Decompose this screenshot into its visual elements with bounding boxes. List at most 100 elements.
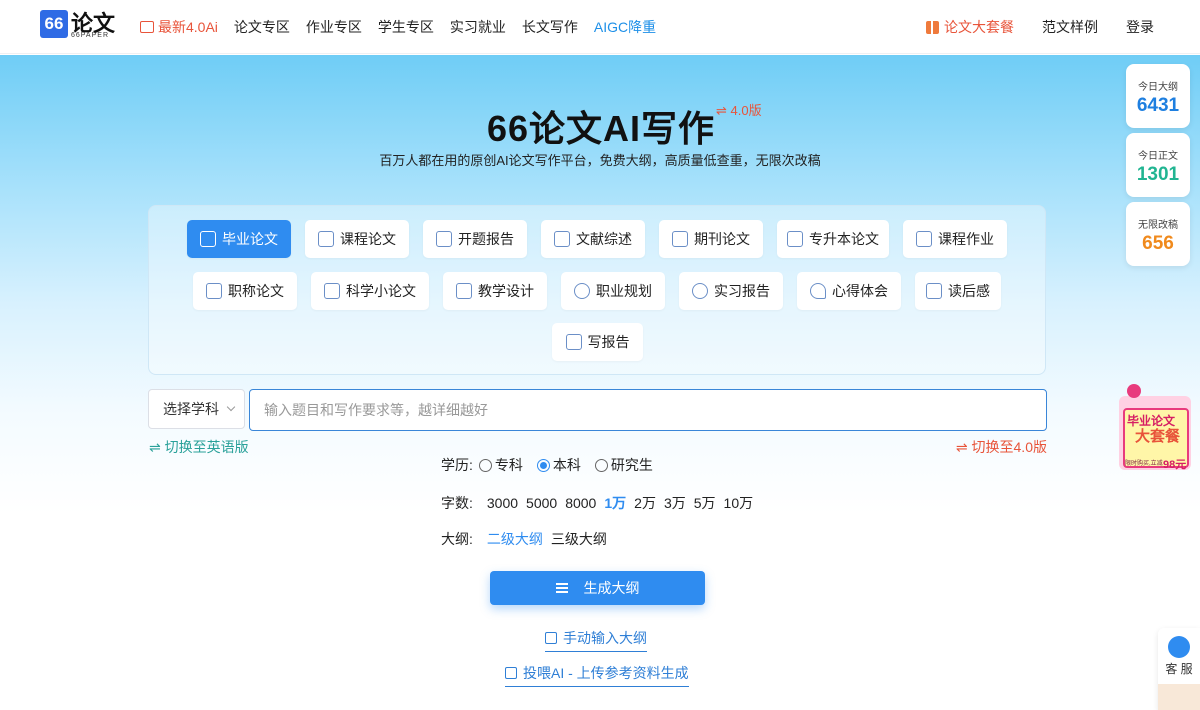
category-label: 课程作业 — [938, 231, 994, 247]
category-label: 写报告 — [587, 334, 630, 350]
category-label: 教学设计 — [478, 283, 534, 299]
customer-service-widget[interactable]: 客 服 — [1158, 628, 1200, 710]
education-row: 学历: 专科 本科 研究生 — [441, 455, 667, 475]
switch-english-link[interactable]: ⇌ 切换至英语版 — [149, 437, 249, 457]
category-reflection[interactable]: 心得体会 — [797, 272, 901, 310]
category-professional-title[interactable]: 职称论文 — [193, 272, 297, 310]
nav-item-homework[interactable]: 作业专区 — [306, 17, 362, 37]
education-option-bachelor[interactable]: 本科 — [536, 455, 581, 475]
stat-value: 6431 — [1136, 95, 1180, 116]
report-search-icon — [565, 334, 582, 350]
user-icon — [692, 283, 708, 299]
heart-icon — [810, 283, 826, 299]
outline-option-selected[interactable]: 二级大纲 — [487, 529, 543, 549]
topic-input[interactable] — [249, 389, 1047, 431]
calendar-icon — [926, 283, 942, 299]
category-label: 读后感 — [948, 283, 990, 299]
generate-label: 生成大纲 — [583, 580, 640, 596]
category-journal-paper[interactable]: 期刊论文 — [659, 220, 763, 258]
samples-link[interactable]: 范文样例 — [1042, 17, 1098, 37]
word-option[interactable]: 5万 — [694, 493, 716, 513]
stat-value: 656 — [1142, 233, 1174, 254]
stat-label: 今日大纲 — [1138, 82, 1178, 93]
word-option[interactable]: 3000 — [487, 495, 518, 511]
word-option-selected[interactable]: 1万 — [604, 493, 626, 513]
category-label: 专升本论文 — [809, 231, 879, 247]
nav-item-latest[interactable]: 最新4.0Ai — [140, 17, 218, 37]
customer-service-label: 客 服 — [1165, 662, 1193, 676]
word-option[interactable]: 8000 — [565, 495, 596, 511]
word-option[interactable]: 3万 — [664, 493, 686, 513]
outline-option[interactable]: 三级大纲 — [551, 529, 607, 549]
nav-item-papers[interactable]: 论文专区 — [234, 17, 290, 37]
option-label: 专科 — [494, 457, 523, 473]
category-course-paper[interactable]: 课程论文 — [305, 220, 409, 258]
login-button[interactable]: 登录 — [1126, 17, 1154, 37]
category-teaching-design[interactable]: 教学设计 — [443, 272, 547, 310]
gift-icon — [926, 20, 939, 34]
category-label: 毕业论文 — [222, 231, 278, 247]
category-label: 实习报告 — [714, 283, 770, 299]
package-label: 论文大套餐 — [944, 19, 1014, 35]
journal-icon — [672, 231, 688, 247]
clock-icon — [574, 283, 590, 299]
nav-item-students[interactable]: 学生专区 — [378, 17, 434, 37]
list-icon — [555, 583, 568, 593]
category-book-review[interactable]: 读后感 — [915, 272, 1001, 310]
category-internship-report[interactable]: 实习报告 — [679, 272, 783, 310]
education-option-junior[interactable]: 专科 — [478, 455, 523, 475]
document-icon — [318, 231, 334, 247]
switch-version-link[interactable]: ⇌ 切换至4.0版 — [956, 437, 1047, 457]
radio-icon — [478, 458, 492, 472]
option-label: 研究生 — [610, 457, 653, 473]
category-label: 期刊论文 — [694, 231, 750, 247]
promo-badge[interactable]: 毕业论文 大套餐 限时购买,立减 98元 — [1113, 380, 1195, 472]
category-proposal[interactable]: 开题报告 — [423, 220, 527, 258]
nav-item-aigc[interactable]: AIGC降重 — [594, 17, 656, 37]
category-graduation-thesis[interactable]: 毕业论文 — [187, 220, 291, 258]
manual-outline-link[interactable]: 手动输入大纲 — [545, 628, 647, 652]
category-science-paper[interactable]: 科学小论文 — [311, 272, 429, 310]
subject-select-label: 选择学科 — [163, 401, 219, 417]
subject-select[interactable]: 选择学科 — [148, 389, 245, 429]
category-label: 开题报告 — [458, 231, 514, 247]
main-nav: 最新4.0Ai 论文专区 作业专区 学生专区 实习就业 长文写作 AIGC降重 — [140, 0, 672, 54]
promo-note: 限时购买,立减 — [1125, 461, 1163, 467]
promo-price: 98元 — [1163, 459, 1187, 471]
chevron-down-icon — [226, 402, 236, 412]
category-write-report[interactable]: 写报告 — [552, 323, 643, 361]
version-switch[interactable]: ⇌ 4.0版 — [716, 100, 762, 119]
nav-item-internship[interactable]: 实习就业 — [450, 17, 506, 37]
report-icon — [436, 231, 452, 247]
top-header: 66 论文 66PAPER 最新4.0Ai 论文专区 作业专区 学生专区 实习就… — [0, 0, 1200, 54]
customer-service-extra[interactable] — [1158, 684, 1200, 710]
book-icon — [324, 283, 340, 299]
category-label: 职称论文 — [228, 283, 284, 299]
category-upgrade-thesis[interactable]: 专升本论文 — [777, 220, 889, 258]
stat-label: 今日正文 — [1138, 151, 1178, 162]
word-option[interactable]: 2万 — [634, 493, 656, 513]
teaching-icon — [456, 283, 472, 299]
site-logo[interactable]: 66 论文 66PAPER — [40, 10, 116, 39]
word-option[interactable]: 5000 — [526, 495, 557, 511]
page-subtitle: 百万人都在用的原创AI论文写作平台，免费大纲，高质量低查重，无限次改稿 — [379, 153, 821, 168]
logo-text: 论文 — [71, 11, 116, 36]
word-count-row: 字数: 3000 5000 8000 1万 2万 3万 5万 10万 — [441, 493, 761, 513]
customer-service-icon — [1168, 636, 1190, 658]
nav-item-long-writing[interactable]: 长文写作 — [522, 17, 578, 37]
manual-label: 手动输入大纲 — [563, 630, 647, 646]
stat-today-text: 今日正文 1301 — [1126, 133, 1190, 197]
edit-icon — [545, 632, 557, 644]
word-count-label: 字数: — [441, 495, 473, 511]
category-label: 文献综述 — [576, 231, 632, 247]
category-coursework[interactable]: 课程作业 — [903, 220, 1007, 258]
stat-today-outline: 今日大纲 6431 — [1126, 64, 1190, 128]
education-option-graduate[interactable]: 研究生 — [594, 455, 653, 475]
word-option[interactable]: 10万 — [724, 493, 754, 513]
generate-outline-button[interactable]: 生成大纲 — [490, 571, 705, 605]
package-link[interactable]: 论文大套餐 — [926, 17, 1014, 37]
category-literature-review[interactable]: 文献综述 — [541, 220, 645, 258]
category-career-plan[interactable]: 职业规划 — [561, 272, 665, 310]
upload-reference-link[interactable]: 投喂AI - 上传参考资料生成 — [505, 663, 689, 687]
outline-row: 大纲: 二级大纲 三级大纲 — [441, 529, 615, 549]
